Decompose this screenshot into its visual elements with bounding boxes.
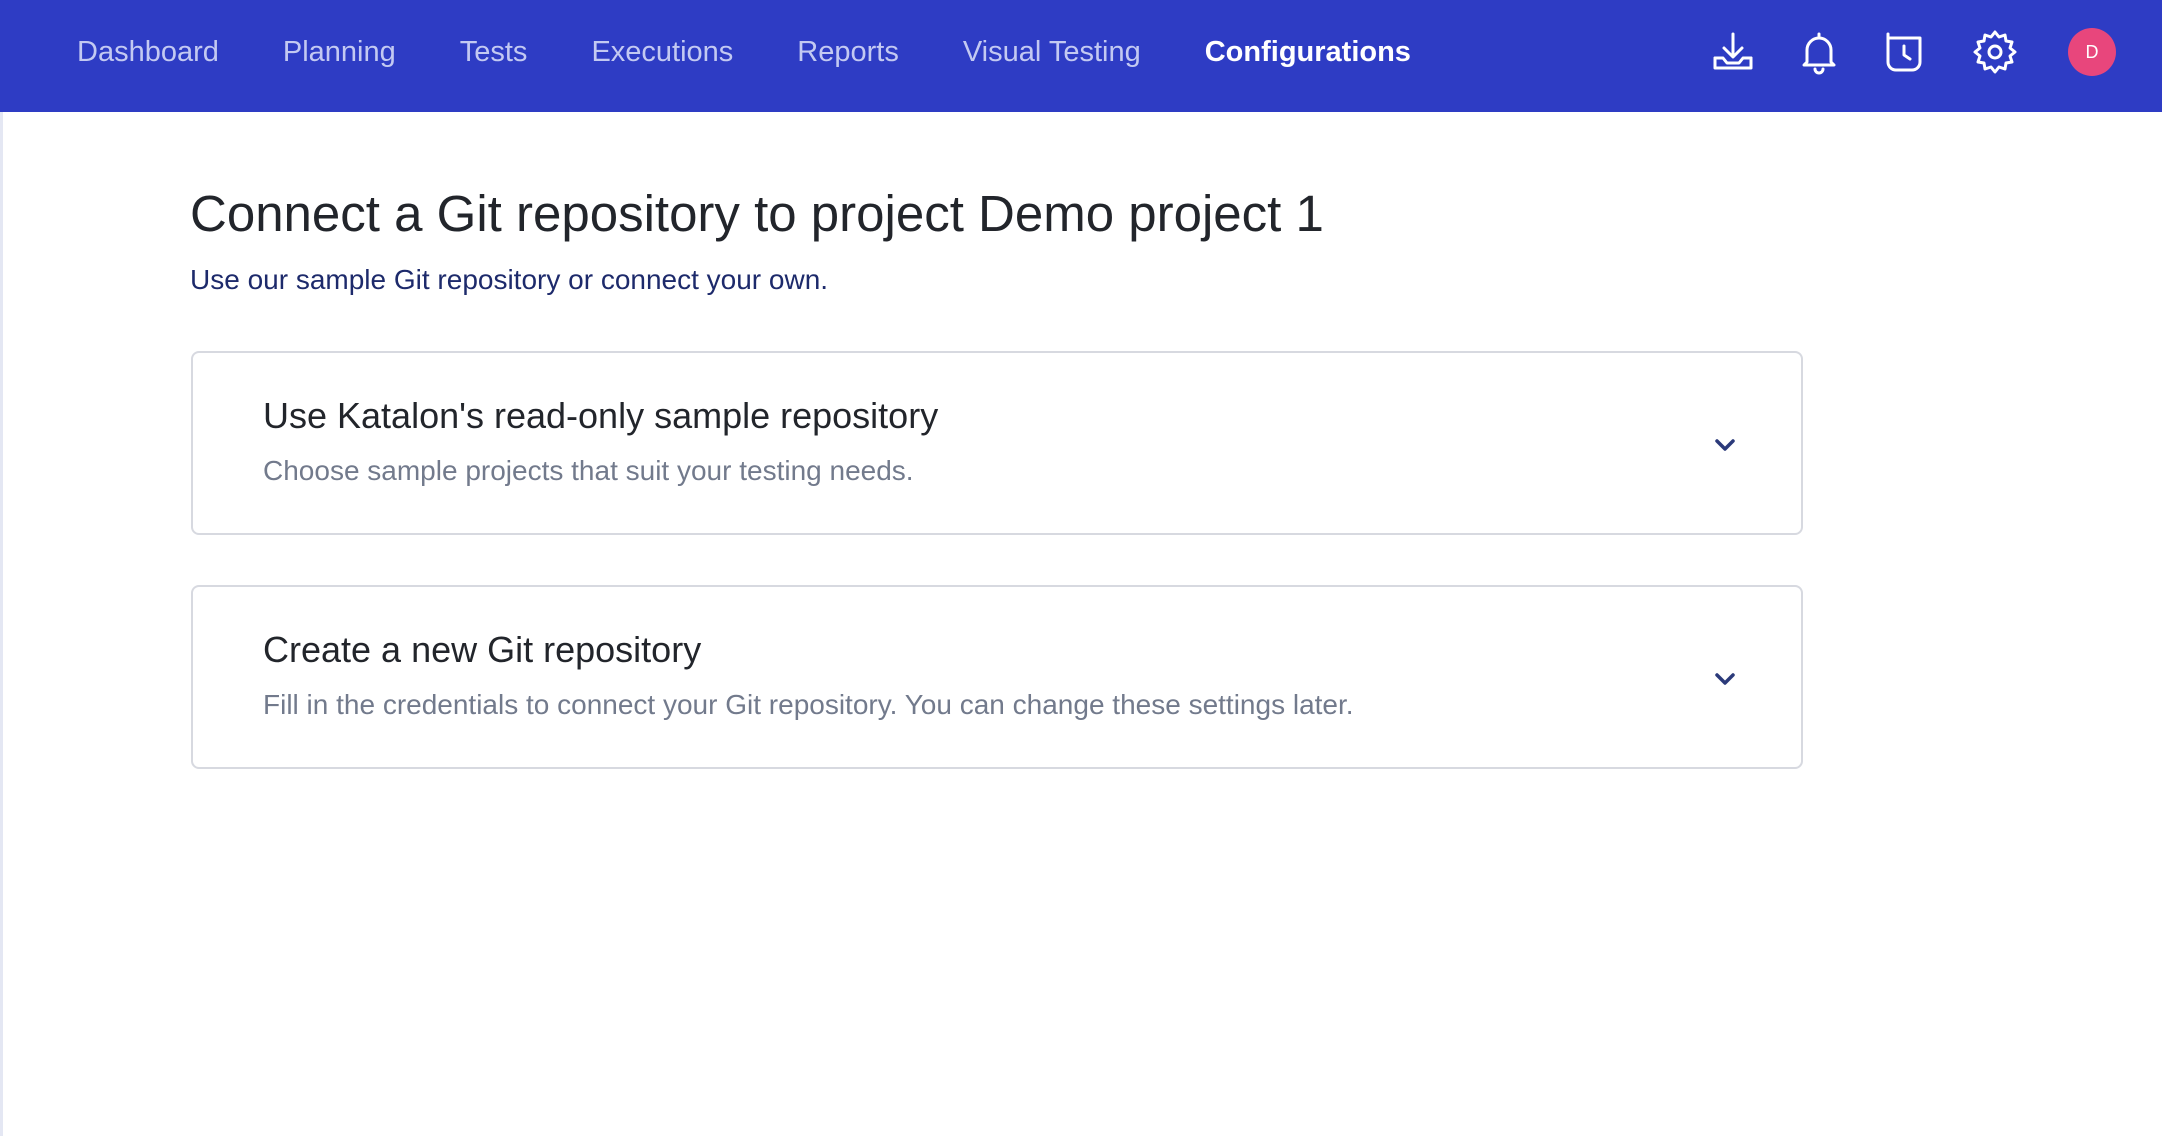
- nav-item-tests[interactable]: Tests: [460, 36, 528, 69]
- bell-icon[interactable]: [1795, 28, 1843, 76]
- download-icon[interactable]: [1709, 28, 1757, 76]
- nav-item-reports[interactable]: Reports: [797, 36, 899, 69]
- nav-item-planning[interactable]: Planning: [283, 36, 396, 69]
- page-subtitle: Use our sample Git repository or connect…: [190, 264, 829, 295]
- nav-item-executions[interactable]: Executions: [591, 36, 733, 69]
- nav-item-visual-testing[interactable]: Visual Testing: [963, 36, 1141, 69]
- option-title: Use Katalon's read-only sample repositor…: [263, 395, 939, 436]
- left-edge-divider: [0, 112, 3, 1136]
- option-description: Choose sample projects that suit your te…: [263, 455, 914, 486]
- nav-item-dashboard[interactable]: Dashboard: [77, 36, 219, 69]
- option-sample-repository[interactable]: Use Katalon's read-only sample repositor…: [191, 351, 1803, 535]
- main-nav: Dashboard Planning Tests Executions Repo…: [77, 0, 1475, 104]
- chevron-down-icon[interactable]: [1709, 429, 1741, 461]
- history-icon[interactable]: [1880, 28, 1928, 76]
- page-title: Connect a Git repository to project Demo…: [190, 185, 1324, 242]
- gear-icon[interactable]: [1971, 28, 2019, 76]
- user-avatar[interactable]: D: [2068, 28, 2116, 76]
- top-navigation-bar: Dashboard Planning Tests Executions Repo…: [0, 0, 2162, 112]
- option-title: Create a new Git repository: [263, 629, 702, 670]
- option-new-git-repository[interactable]: Create a new Git repository Fill in the …: [191, 585, 1803, 769]
- option-description: Fill in the credentials to connect your …: [263, 689, 1354, 720]
- nav-item-configurations[interactable]: Configurations: [1205, 36, 1411, 69]
- chevron-down-icon[interactable]: [1709, 663, 1741, 695]
